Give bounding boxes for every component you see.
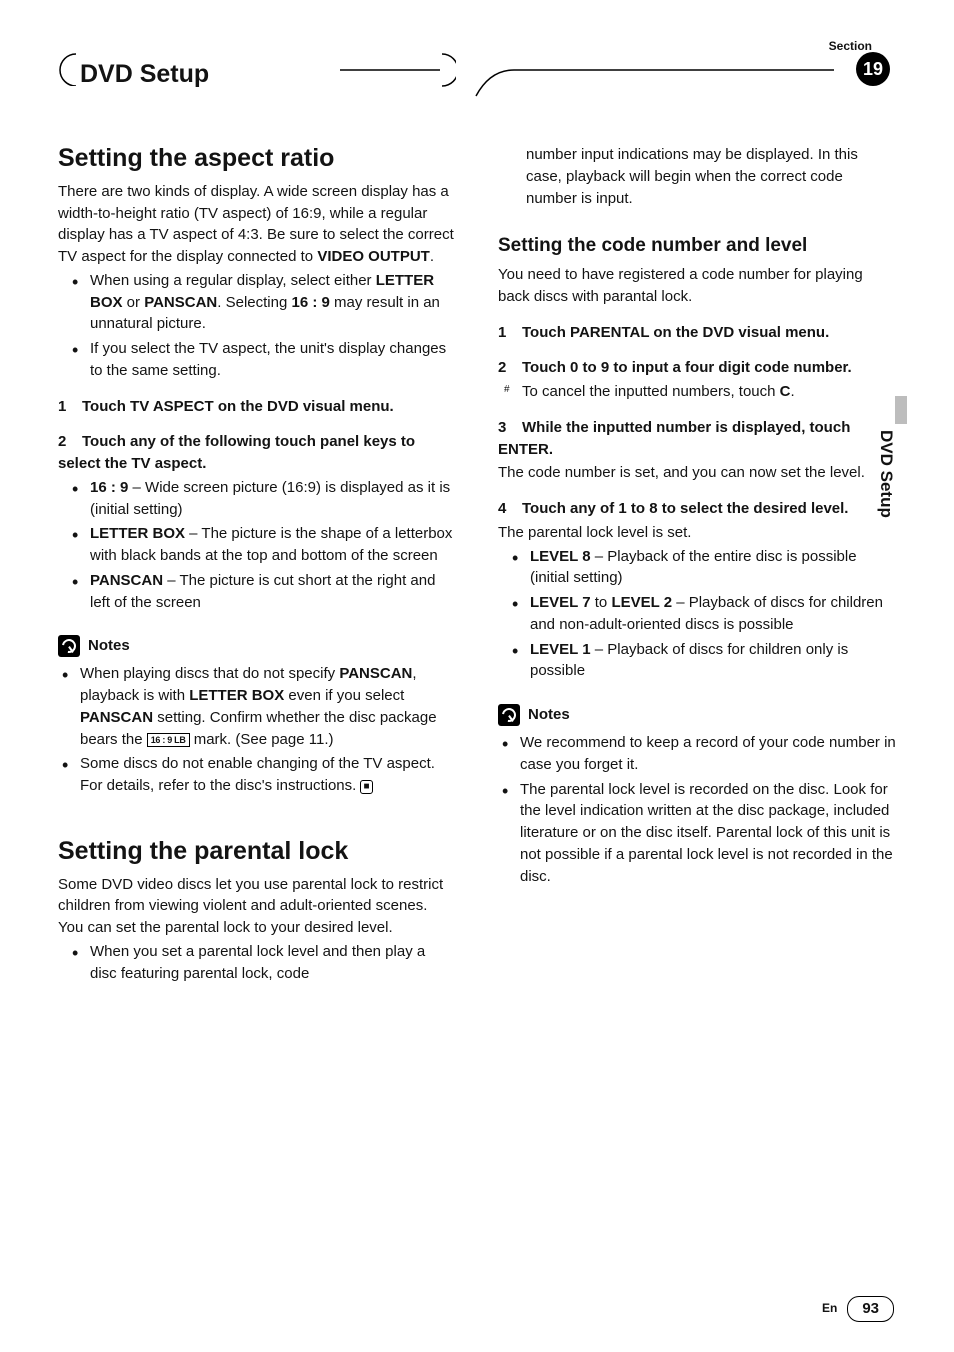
heading-aspect-ratio: Setting the aspect ratio (58, 144, 456, 173)
notes-header-left: Notes (58, 635, 456, 657)
side-tab-stub (895, 396, 907, 424)
code-step-3: 3While the inputted number is displayed,… (498, 417, 896, 461)
side-tab-label: DVD Setup (873, 430, 898, 518)
section-number-badge: 19 (856, 52, 890, 86)
cancel-hint-list: To cancel the inputted numbers, touch C. (498, 381, 896, 403)
level-8: LEVEL 8 – Playback of the entire disc is… (530, 546, 896, 590)
carry-over-text: number input indications may be displaye… (526, 144, 896, 209)
left-column: Setting the aspect ratio There are two k… (58, 144, 456, 988)
pencil-icon (498, 704, 520, 726)
cancel-hint: To cancel the inputted numbers, touch C. (522, 381, 896, 403)
code-step-2: 2Touch 0 to 9 to input a four digit code… (498, 357, 896, 379)
header-bracket-left-close (340, 52, 456, 88)
level-1: LEVEL 1 – Playback of discs for children… (530, 639, 896, 683)
code-step-3-body: The code number is set, and you can now … (498, 462, 896, 484)
parental-intro: Some DVD video discs let you use parenta… (58, 874, 456, 939)
aspect-bullet-2: If you select the TV aspect, the unit's … (90, 338, 456, 382)
note-right-1: We recommend to keep a record of your co… (520, 732, 896, 776)
video-output-bold: VIDEO OUTPUT (317, 248, 430, 265)
aspect-option-list: 16 : 9 – Wide screen picture (16:9) is d… (58, 477, 456, 614)
chapter-title: DVD Setup (80, 56, 209, 92)
end-mark-icon: ■ (360, 780, 372, 794)
level-list: LEVEL 8 – Playback of the entire disc is… (498, 546, 896, 683)
code-step-4: 4Touch any of 1 to 8 to select the desir… (498, 498, 896, 520)
code-intro: You need to have registered a code numbe… (498, 264, 896, 308)
notes-list-right: We recommend to keep a record of your co… (498, 732, 896, 887)
notes-label-left: Notes (88, 635, 130, 657)
option-letter-box: LETTER BOX – The picture is the shape of… (90, 523, 456, 567)
heading-parental-lock: Setting the parental lock (58, 837, 456, 866)
aspect-bullet-1: When using a regular display, select eit… (90, 270, 456, 335)
aspect-mark-box: 16 : 9 LB (147, 733, 190, 747)
note-right-2: The parental lock level is recorded on t… (520, 779, 896, 888)
code-step-4-body: The parental lock level is set. (498, 522, 896, 544)
option-16-9: 16 : 9 – Wide screen picture (16:9) is d… (90, 477, 456, 521)
right-column: number input indications may be displaye… (498, 144, 896, 988)
notes-label-right: Notes (528, 704, 570, 726)
aspect-bullets: When using a regular display, select eit… (58, 270, 456, 382)
page-footer: En 93 (822, 1296, 894, 1322)
parental-bullet-1: When you set a parental lock level and t… (90, 941, 456, 985)
page-number: 93 (847, 1296, 894, 1322)
note-left-1: When playing discs that do not specify P… (80, 663, 456, 750)
aspect-intro: There are two kinds of display. A wide s… (58, 181, 456, 268)
aspect-step-2: 2Touch any of the following touch panel … (58, 431, 456, 475)
option-panscan: PANSCAN – The picture is cut short at th… (90, 570, 456, 614)
aspect-intro-end: . (430, 248, 434, 265)
level-7-to-2: LEVEL 7 to LEVEL 2 – Playback of discs f… (530, 592, 896, 636)
header-curve-right (474, 60, 894, 100)
code-step-1: 1Touch PARENTAL on the DVD visual menu. (498, 322, 896, 344)
note-left-2: Some discs do not enable changing of the… (80, 753, 456, 797)
parental-bullets: When you set a parental lock level and t… (58, 941, 456, 985)
heading-code-level: Setting the code number and level (498, 235, 896, 258)
pencil-icon (58, 635, 80, 657)
aspect-step-1: 1Touch TV ASPECT on the DVD visual menu. (58, 396, 456, 418)
footer-lang: En (822, 1300, 837, 1317)
notes-list-left: When playing discs that do not specify P… (58, 663, 456, 797)
notes-header-right: Notes (498, 704, 896, 726)
